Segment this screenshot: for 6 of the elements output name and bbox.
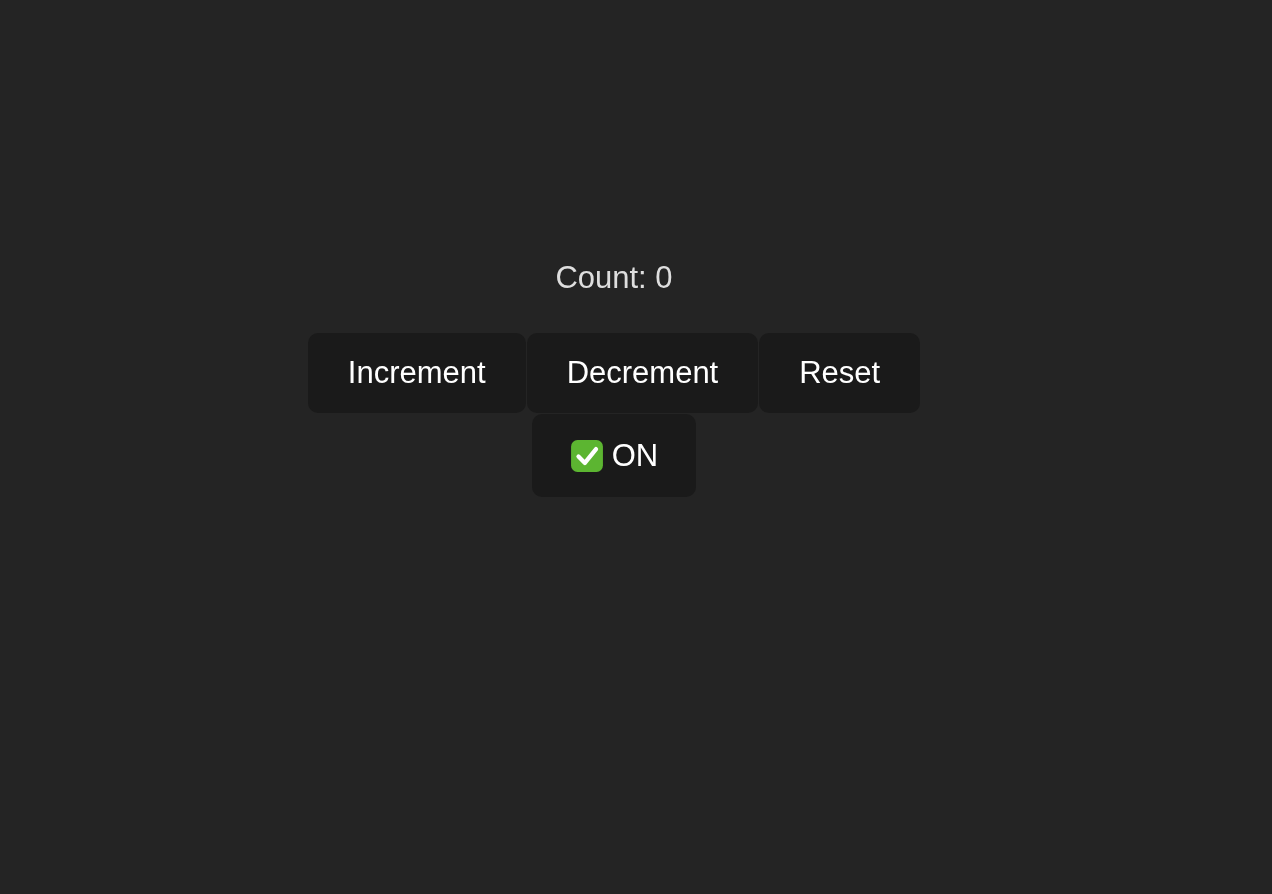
counter-button[interactable]: Reset: [759, 333, 921, 413]
count-label: Count: 0: [555, 259, 673, 297]
counter-button[interactable]: Increment: [307, 333, 526, 413]
counter-button[interactable]: Decrement: [526, 333, 759, 413]
toggle-button[interactable]: ON: [531, 414, 697, 497]
check-icon: [569, 438, 604, 473]
